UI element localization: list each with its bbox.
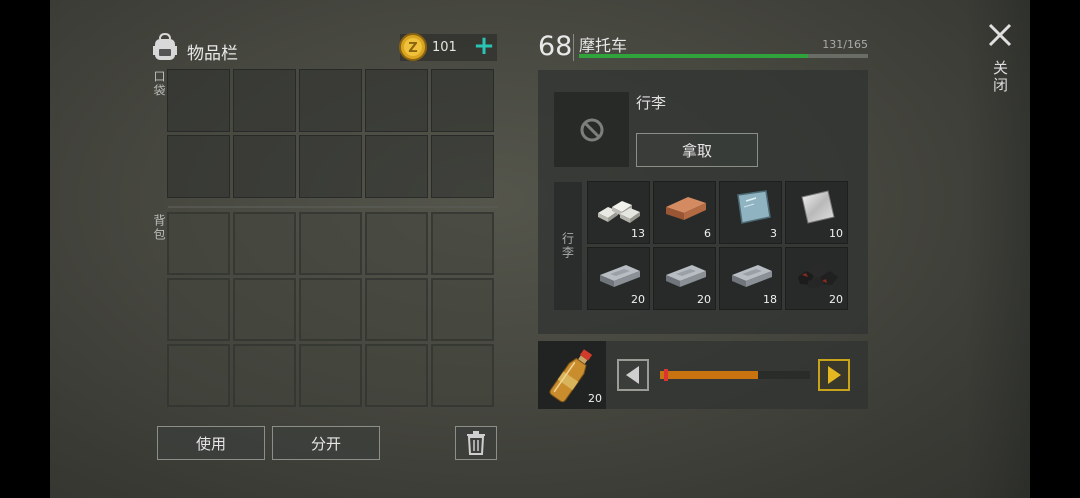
- item-quantity: 20: [631, 293, 645, 306]
- vehicle-hp-text: 131/165: [822, 38, 868, 51]
- backpack-slot[interactable]: [299, 344, 362, 407]
- item-quantity: 3: [770, 227, 777, 240]
- trash-icon: [467, 431, 485, 455]
- no-item-icon: [580, 118, 603, 141]
- arrow-right-icon: [828, 366, 841, 384]
- coin-icon: Z: [399, 33, 427, 61]
- item-quantity: 20: [697, 293, 711, 306]
- item-quantity: 10: [829, 227, 843, 240]
- vehicle-hp-bar: [579, 54, 868, 58]
- backpack-slot[interactable]: [299, 278, 362, 341]
- svg-text:Z: Z: [408, 41, 417, 56]
- metal-sheet-icon: [801, 190, 835, 224]
- backpack-slot[interactable]: [365, 278, 428, 341]
- backpack-slot[interactable]: [167, 212, 230, 275]
- arrow-left-icon: [626, 366, 639, 384]
- backpack-slot[interactable]: [233, 278, 296, 341]
- take-button[interactable]: 拿取: [636, 133, 758, 167]
- inventory-divider: [168, 206, 498, 208]
- backpack-label: 背包: [152, 214, 166, 242]
- vehicle-header: 68 摩托车 131/165: [538, 30, 868, 64]
- decrease-button[interactable]: [617, 359, 649, 391]
- storage-side-label: 行李: [560, 232, 575, 260]
- vehicle-hp-fill: [579, 54, 809, 58]
- transfer-item-slot[interactable]: 20: [538, 341, 606, 409]
- trash-button[interactable]: [455, 426, 497, 460]
- quantity-slider[interactable]: [660, 369, 810, 381]
- storage-item-grid: 13 6 3 10 20 20 18 20: [587, 181, 848, 310]
- backpack-slot[interactable]: [167, 344, 230, 407]
- quantity-slider-fill: [660, 371, 758, 379]
- pocket-label: 口袋: [152, 70, 166, 98]
- backpack-slot[interactable]: [233, 212, 296, 275]
- storage-item[interactable]: 10: [785, 181, 848, 244]
- backpack-slot[interactable]: [167, 278, 230, 341]
- storage-title: 行李: [636, 94, 667, 112]
- storage-item[interactable]: 3: [719, 181, 782, 244]
- iron-bar-icon: [666, 265, 706, 287]
- copper-ingot-icon: [666, 197, 706, 220]
- vehicle-separator: [573, 34, 574, 61]
- pocket-slot[interactable]: [365, 69, 428, 132]
- item-quantity: 20: [829, 293, 843, 306]
- split-button[interactable]: 分开: [272, 426, 380, 460]
- pocket-slot[interactable]: [299, 69, 362, 132]
- silver-ingots-icon: [598, 201, 640, 223]
- transfer-panel: 20: [538, 341, 868, 409]
- vehicle-level: 68: [538, 31, 573, 62]
- increase-button[interactable]: [818, 359, 850, 391]
- backpack-grid: [167, 212, 494, 407]
- pocket-slot[interactable]: [299, 135, 362, 198]
- backpack-slot[interactable]: [431, 278, 494, 341]
- vehicle-name: 摩托车: [579, 36, 628, 55]
- coin-balance: Z 101 +: [399, 33, 497, 61]
- backpack-slot[interactable]: [431, 344, 494, 407]
- item-quantity: 6: [704, 227, 711, 240]
- pocket-slot[interactable]: [431, 69, 494, 132]
- backpack-icon: [153, 32, 177, 60]
- storage-item[interactable]: 6: [653, 181, 716, 244]
- use-button[interactable]: 使用: [157, 426, 265, 460]
- backpack-slot[interactable]: [365, 344, 428, 407]
- storage-slot-empty[interactable]: [554, 92, 629, 167]
- add-coins-button[interactable]: +: [472, 33, 496, 59]
- storage-item[interactable]: 13: [587, 181, 650, 244]
- storage-item[interactable]: 20: [785, 247, 848, 310]
- pocket-slot[interactable]: [365, 135, 428, 198]
- iron-bar-icon: [600, 265, 640, 287]
- iron-bar-icon: [732, 265, 772, 287]
- pocket-grid: [167, 69, 494, 198]
- storage-side-tab: 行李: [554, 182, 582, 310]
- inventory-header: 物品栏 Z 101 +: [150, 30, 497, 64]
- item-quantity: 18: [763, 293, 777, 306]
- item-quantity: 13: [631, 227, 645, 240]
- transfer-item-quantity: 20: [588, 392, 602, 405]
- glass-sheet-icon: [737, 190, 771, 224]
- storage-panel: 行李 拿取 行李 13 6 3 10 20 20 18 20: [538, 70, 868, 334]
- coin-count: 101: [432, 40, 457, 55]
- backpack-slot[interactable]: [299, 212, 362, 275]
- quantity-slider-handle[interactable]: [664, 369, 668, 381]
- pocket-slot[interactable]: [431, 135, 494, 198]
- storage-item[interactable]: 18: [719, 247, 782, 310]
- storage-item[interactable]: 20: [653, 247, 716, 310]
- backpack-slot[interactable]: [365, 212, 428, 275]
- close-icon[interactable]: [987, 22, 1013, 48]
- coal-icon: [798, 263, 838, 289]
- backpack-slot[interactable]: [431, 212, 494, 275]
- pocket-slot[interactable]: [233, 135, 296, 198]
- backpack-slot[interactable]: [233, 344, 296, 407]
- inventory-title: 物品栏: [187, 44, 238, 64]
- close-label[interactable]: 关闭: [990, 60, 1011, 94]
- pocket-slot[interactable]: [233, 69, 296, 132]
- pocket-slot[interactable]: [167, 69, 230, 132]
- pocket-slot[interactable]: [167, 135, 230, 198]
- storage-item[interactable]: 20: [587, 247, 650, 310]
